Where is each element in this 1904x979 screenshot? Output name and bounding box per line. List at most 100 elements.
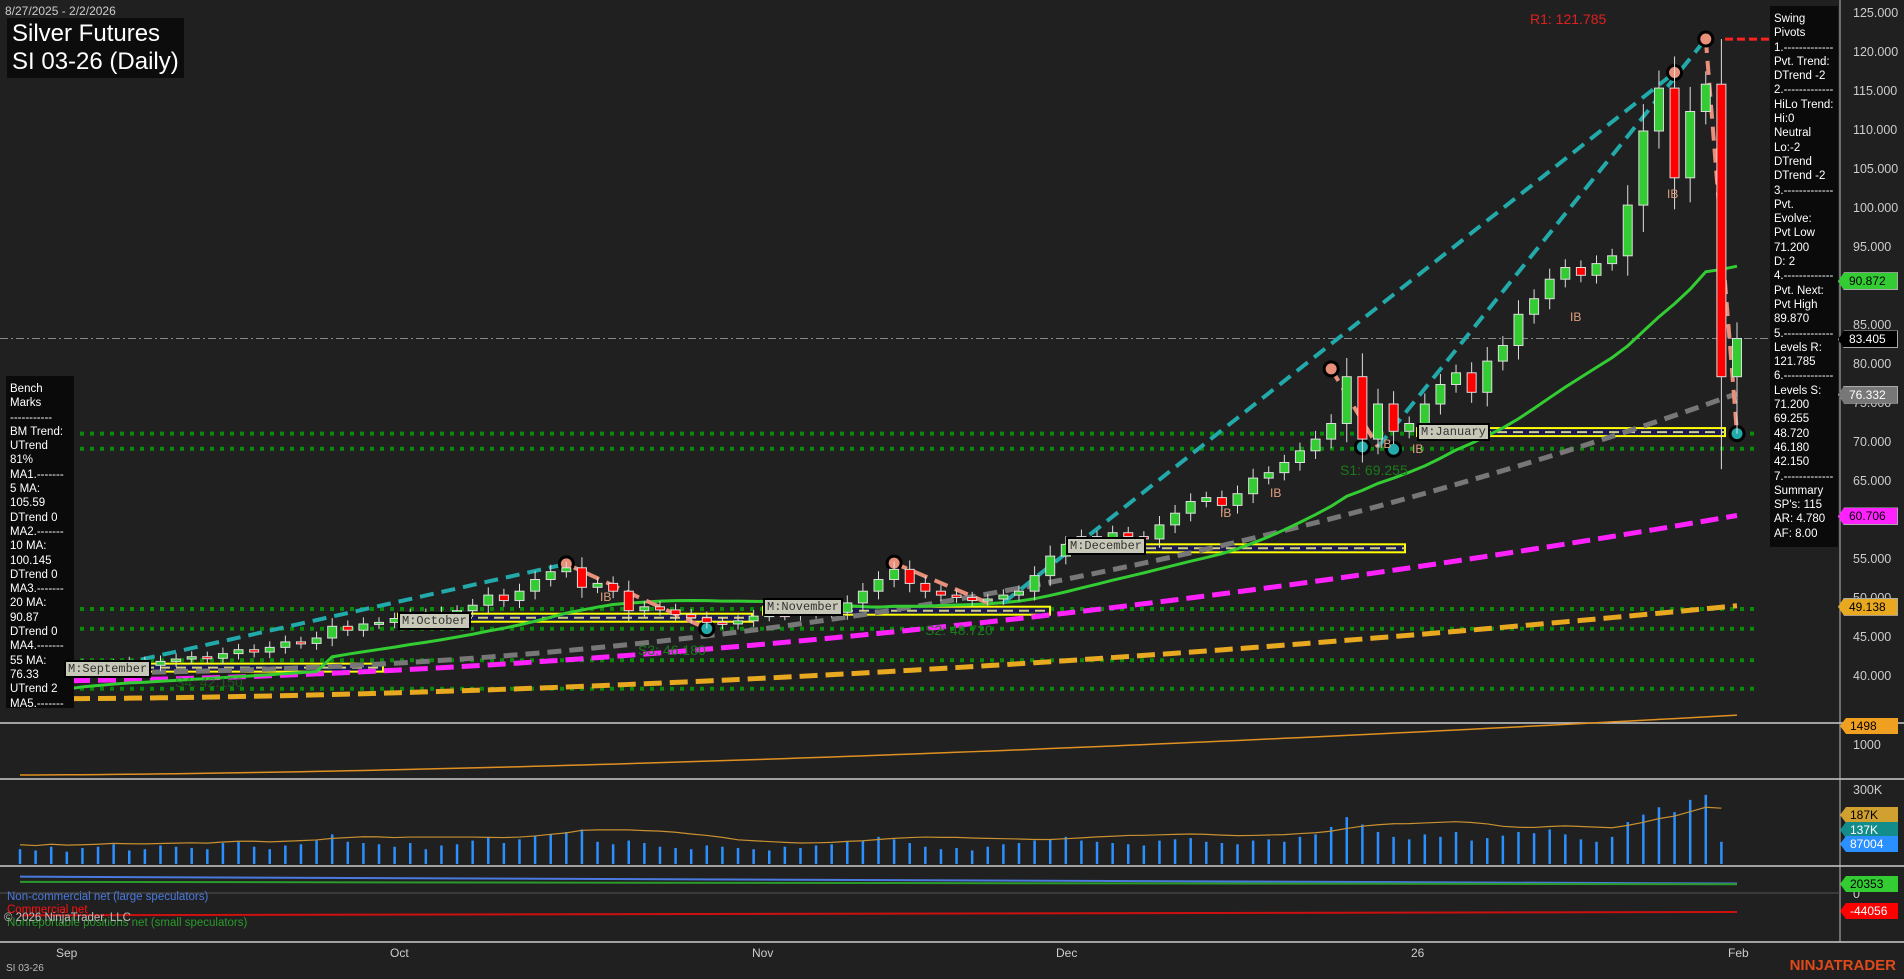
bench-marks-line: 5 MA: (10, 483, 41, 496)
swing-pivots-line: 46.180 (1774, 441, 1810, 454)
price-axis-label: 70.000 (1853, 435, 1892, 449)
swing-pivots-line: D: 2 (1774, 256, 1796, 269)
price-chart[interactable] (0, 0, 1904, 979)
candle-down (701, 617, 712, 623)
candle-down (295, 641, 306, 645)
swing-pivots-line: Summary (1774, 484, 1824, 497)
candle-down (1123, 532, 1134, 538)
candle-up (280, 641, 291, 648)
swing-pivots-panel: Swing Pivots 1.------------- Pvt. Trend: DT… (1770, 6, 1838, 547)
candle-up (327, 625, 338, 639)
bench-marks-line: 100.145 (10, 554, 52, 567)
candle-up (857, 590, 868, 604)
price-axis-label: 115.000 (1853, 84, 1898, 98)
candle-up (1419, 403, 1430, 424)
month-marker-november: M:November (763, 598, 844, 616)
title-instrument: Silver Futures (12, 20, 161, 47)
candle-up (1013, 590, 1024, 596)
bench-marks-line: 76.33 (10, 668, 39, 681)
swing-pivots-line: 71.200 (1774, 399, 1810, 412)
candle-up (1263, 472, 1274, 479)
swing-pivots-line: 7.------------- (1774, 470, 1834, 483)
candle-up (1497, 345, 1508, 362)
volume-tag: 87004 (1840, 836, 1898, 852)
candle-up (1326, 423, 1337, 440)
swing-pivots-line: 5.------------- (1774, 327, 1834, 340)
candle-up (1529, 298, 1540, 315)
price-axis-label: 100.000 (1853, 201, 1899, 215)
legend-noncommercial: Non-commercial net (large speculators) (7, 891, 209, 903)
candle-up (311, 637, 322, 644)
s3-label: S3: 46.180 (638, 642, 706, 658)
candle-down (1575, 267, 1586, 276)
candle-up (1732, 337, 1742, 378)
candle-up (1185, 501, 1196, 514)
ib-label: IB (1667, 187, 1679, 201)
swing-pivots-line: Pvt. Trend: (1774, 55, 1830, 68)
bench-marks-line: 10 MA: (10, 540, 47, 553)
candle-up (1372, 403, 1383, 440)
candle-down (1716, 83, 1727, 378)
title-contract: SI 03-26 (Daily) (12, 48, 179, 75)
candle-down (654, 606, 665, 611)
candle-down (576, 567, 587, 588)
candle-up (1154, 524, 1165, 540)
bench-marks-line: MA3.------- (10, 583, 64, 596)
candle-up (1513, 313, 1524, 346)
swing-pivots-line: 69.255 (1774, 413, 1810, 426)
s2-label: S2: 48.720 (925, 622, 993, 638)
candle-up (1591, 263, 1602, 276)
month-marker-october: M:October (398, 612, 471, 630)
candle-down (1669, 87, 1680, 179)
x-label-oct: Oct (390, 946, 409, 960)
candle-up (530, 579, 541, 592)
price-tag: 49.138 (1838, 597, 1898, 616)
volume-ma-line (19, 806, 1722, 847)
candle-up (639, 606, 650, 612)
candle-up (998, 594, 1009, 600)
candle-down (670, 609, 681, 616)
swing-pivots-line: 89.870 (1774, 313, 1810, 326)
candle-down (920, 582, 931, 592)
candle-up (1404, 423, 1415, 432)
swing-pivot-line (1002, 70, 1676, 605)
candle-up (1294, 450, 1305, 463)
price-axis-label: 55.000 (1853, 552, 1892, 566)
candle-up (1232, 493, 1243, 506)
instrument-footer: SI 03-26 (6, 963, 44, 974)
candle-down (935, 590, 946, 596)
candle-up (748, 615, 759, 622)
candle-up (1544, 278, 1555, 300)
swing-pivots-line: Pvt. Evolve: (1774, 198, 1812, 226)
candle-up (982, 598, 993, 602)
candle-down (717, 621, 728, 625)
cot-small-spec-tag: 20353 (1840, 876, 1898, 892)
candle-down (202, 656, 213, 660)
swing-high-marker (1697, 30, 1715, 48)
candle-up (1700, 83, 1711, 112)
bench-marks-line: UTrend 81% (10, 440, 48, 467)
candle-down (249, 649, 260, 653)
candle-up (1279, 462, 1290, 474)
candle-up (1029, 575, 1040, 592)
price-axis-label: 95.000 (1853, 240, 1892, 254)
ib-label: IB (1220, 506, 1232, 520)
price-tag: 83.405 (1838, 330, 1898, 349)
candle-down (623, 590, 634, 612)
candle-up (1482, 360, 1493, 393)
ib-label: IB (1570, 310, 1582, 324)
x-label-26: 26 (1411, 946, 1425, 960)
osc-value-tag: 1498 (1840, 718, 1898, 734)
bench-marks-line: 20 MA: (10, 597, 47, 610)
candle-up (264, 646, 275, 653)
price-axis-label: 45.000 (1853, 630, 1892, 644)
price-axis-label: 80.000 (1853, 357, 1892, 371)
x-label-sep: Sep (56, 946, 78, 960)
candle-down (342, 625, 353, 631)
ib-label: IB (1380, 437, 1392, 451)
candle-up (155, 660, 166, 666)
oscillator-line (19, 714, 1738, 776)
bench-marks-line: BM Trend: (10, 425, 64, 438)
swing-pivots-line: 4.------------- (1774, 270, 1834, 283)
candle-up (889, 568, 900, 580)
